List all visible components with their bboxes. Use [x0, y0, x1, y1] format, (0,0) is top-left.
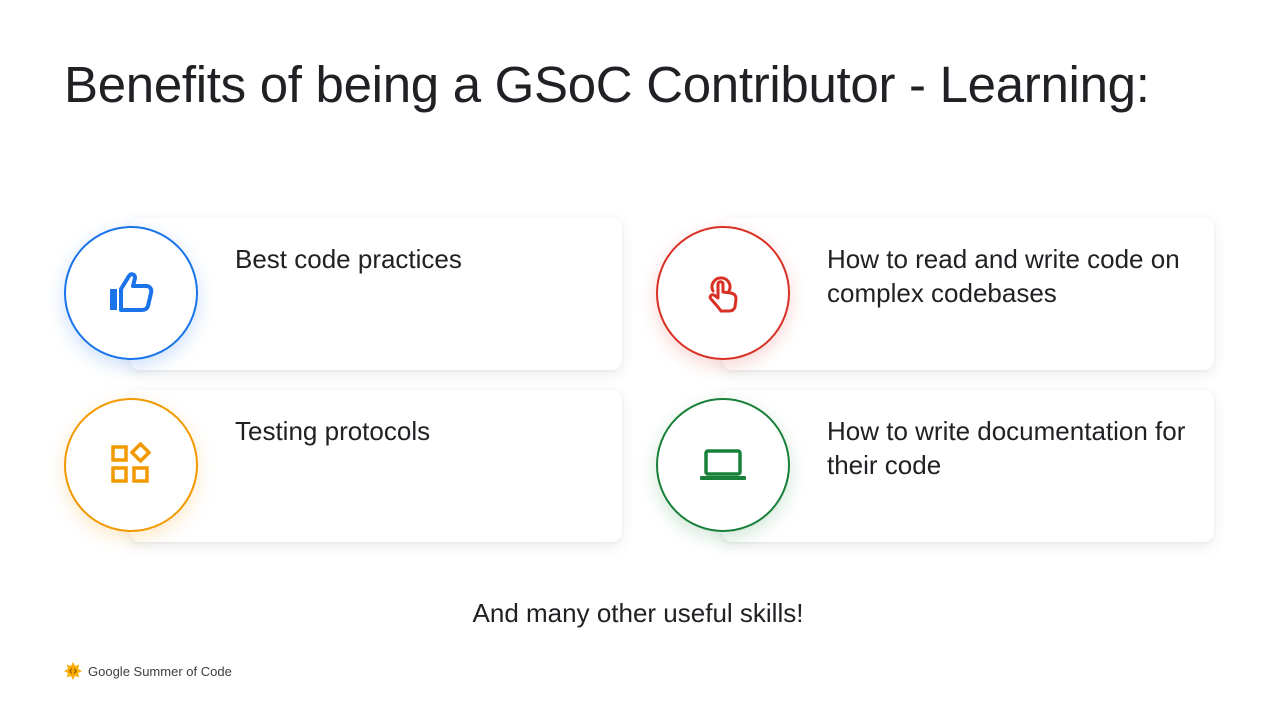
benefit-badge-green — [656, 398, 790, 532]
thumbs-up-icon — [110, 272, 154, 312]
touch-pointer-icon — [708, 276, 738, 313]
benefit-label: How to read and write code on complex co… — [827, 244, 1180, 308]
benefit-card-read-write-code: How to read and write code on complex co… — [722, 218, 1214, 370]
benefit-card-documentation: How to write documentation for their cod… — [722, 390, 1214, 542]
benefit-label: How to write documentation for their cod… — [827, 416, 1186, 480]
benefit-card-best-practices: Best code practices — [130, 218, 622, 370]
laptop-icon — [700, 449, 746, 480]
benefit-label: Testing protocols — [235, 416, 431, 446]
benefit-badge-red — [656, 226, 790, 360]
benefit-badge-blue — [64, 226, 198, 360]
benefit-label: Best code practices — [235, 244, 462, 274]
widgets-icon — [111, 442, 151, 483]
slide-title: Benefits of being a GSoC Contributor - L… — [64, 56, 1150, 113]
benefit-badge-yellow — [64, 398, 198, 532]
brand-name: Google Summer of Code — [88, 663, 232, 679]
gsoc-brand: Google Summer of Code — [64, 660, 232, 682]
closing-text: And many other useful skills! — [472, 598, 804, 628]
slide: Benefits of being a GSoC Contributor - L… — [0, 0, 1280, 720]
gsoc-sun-logo-icon — [64, 662, 82, 680]
benefit-card-testing-protocols: Testing protocols — [130, 390, 622, 542]
